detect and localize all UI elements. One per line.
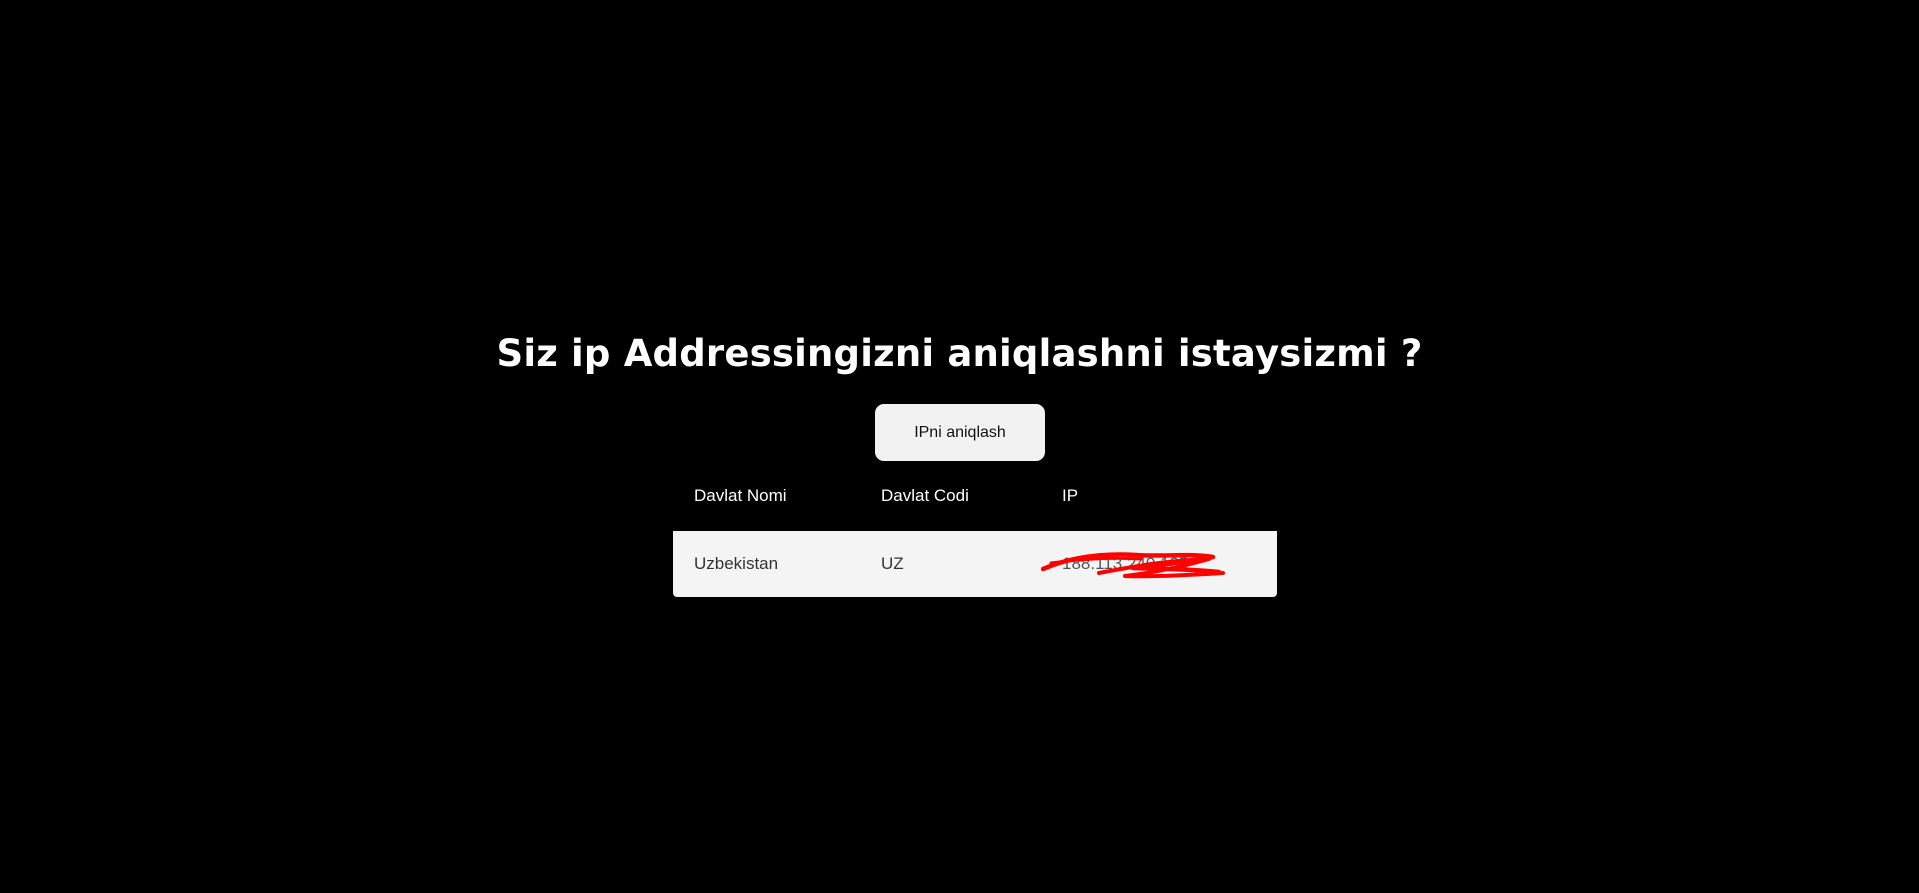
header-country-code: Davlat Codi [860,461,1041,531]
detect-ip-button[interactable]: IPni aniqlash [875,404,1045,461]
header-country-name: Davlat Nomi [673,461,860,531]
cell-ip: 188.113.240.105 [1041,531,1277,597]
ip-table: Davlat Nomi Davlat Codi IP Uzbekistan UZ… [673,461,1277,597]
page-title: Siz ip Addressingizni aniqlashni istaysi… [496,332,1423,375]
ip-value: 188.113.240.105 [1062,554,1189,573]
ip-info-table: Davlat Nomi Davlat Codi IP Uzbekistan UZ… [673,461,1277,597]
table-header-row: Davlat Nomi Davlat Codi IP [673,461,1277,531]
table-row: Uzbekistan UZ 188.113.240.105 [673,531,1277,597]
page: Siz ip Addressingizni aniqlashni istaysi… [0,0,1919,893]
cell-country-code: UZ [860,531,1041,597]
cell-country-name: Uzbekistan [673,531,860,597]
header-ip: IP [1041,461,1277,531]
